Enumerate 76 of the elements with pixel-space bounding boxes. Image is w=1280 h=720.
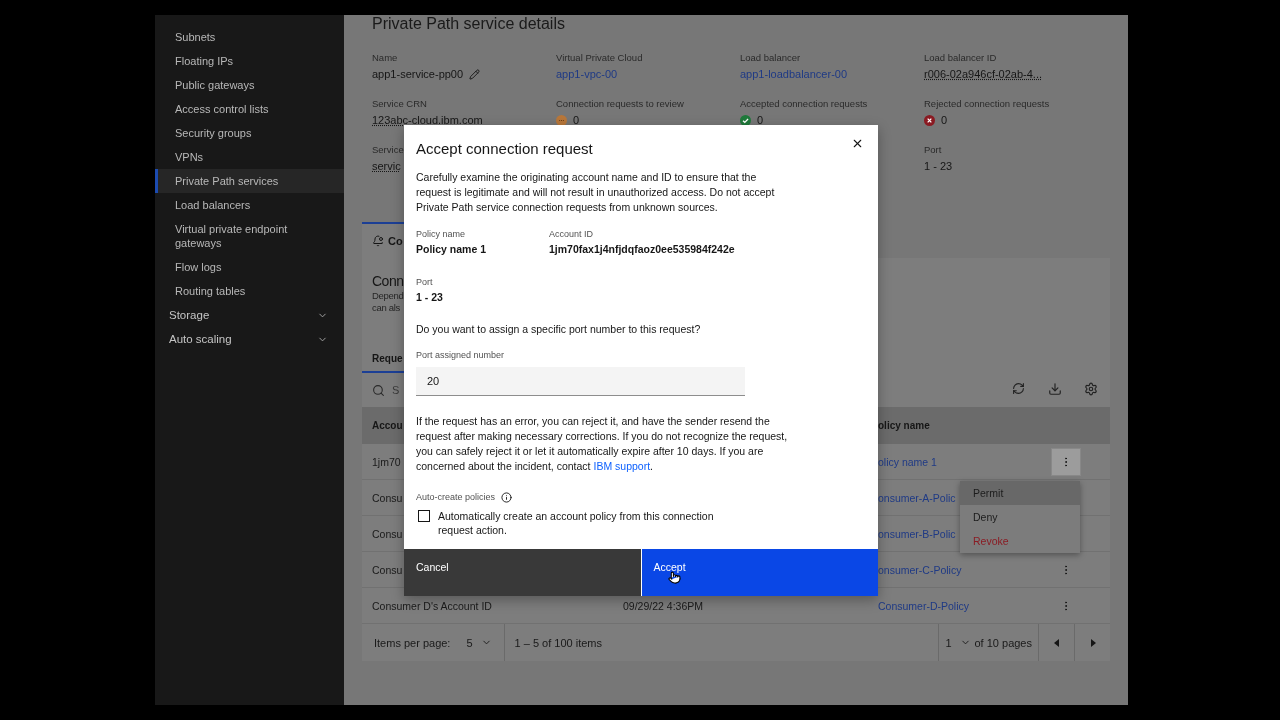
cancel-button[interactable]: Cancel xyxy=(404,549,641,596)
page-count: of 10 pages xyxy=(973,635,1033,651)
detail-value: r006-02a946cf-02ab-4... xyxy=(924,67,1043,82)
auto-create-label: Auto-create policies xyxy=(416,491,496,504)
table-cell: Consu xyxy=(372,563,403,576)
sidebar-item[interactable]: Routing tables xyxy=(155,279,344,303)
dialog-title: Accept connection request xyxy=(416,139,593,159)
sidebar-item[interactable]: Flow logs xyxy=(155,255,344,279)
edit-icon[interactable] xyxy=(469,68,481,80)
field-value: 1jm70fax1j4nfjdqfaoz0ee535984f242e xyxy=(549,242,735,257)
section-description: can als xyxy=(372,302,400,314)
pointer-icon xyxy=(667,571,681,584)
sidebar-category[interactable]: Storage xyxy=(155,303,344,327)
close-icon[interactable] xyxy=(851,137,864,150)
checkbox[interactable] xyxy=(418,510,430,522)
settings-icon[interactable] xyxy=(1084,382,1100,398)
port-input-field[interactable]: 20 xyxy=(416,367,745,396)
detail-label: Service xyxy=(372,143,404,157)
sidebar-item[interactable]: Load balancers xyxy=(155,193,344,217)
sidebar-item[interactable]: Public gateways xyxy=(155,73,344,97)
section-description: Depend xyxy=(372,290,404,302)
sidebar-item[interactable]: Subnets xyxy=(155,25,344,49)
dialog-question: Do you want to assign a specific port number to this request? xyxy=(416,322,701,337)
dialog-note: If the request has an error, you can reject it, and have the sender resend the request after making necessary corrections. If you do not recognize the request, you can safely reject it or let it automatically expire after 10 days. If you are concerned about the incident, contact IBM support. xyxy=(416,414,788,474)
detail-value: 123abc-cloud.ibm.com xyxy=(372,113,483,128)
menu-item[interactable]: Deny xyxy=(960,505,1080,529)
sidebar-category[interactable]: Auto scaling xyxy=(155,327,344,351)
pending-icon xyxy=(556,114,567,126)
detail-value: 1 - 23 xyxy=(924,159,953,174)
sidebar-item[interactable]: Floating IPs xyxy=(155,49,344,73)
page-title: Private Path service details xyxy=(371,15,565,33)
table-cell: 09/29/22 4:36PM xyxy=(623,599,703,612)
sidebar-item[interactable]: Virtual private endpoint gateways xyxy=(155,217,344,255)
detail-label: Rejected connection requests xyxy=(924,97,1050,111)
detail-value: app1-service-pp00 xyxy=(372,67,464,82)
dialog-intro: Carefully examine the originating account name and ID to ensure that the request is legitimate and will not result in unauthorized access. Do not accept Private Path service connection requests from unknown sources. xyxy=(416,170,776,215)
bell-icon xyxy=(372,235,384,247)
table-cell: Consu xyxy=(372,491,403,504)
item-range: 1 – 5 of 100 items xyxy=(513,635,603,651)
column-header: olicy name xyxy=(877,420,930,431)
input-label: Port assigned number xyxy=(416,349,505,362)
detail-label: Service CRN xyxy=(372,97,427,111)
download-icon[interactable] xyxy=(1048,382,1064,398)
detail-value: 0 xyxy=(941,113,948,128)
field-value: 1 - 23 xyxy=(416,290,443,305)
items-per-page-label: Items per page: xyxy=(373,635,452,651)
detail-label: Accepted connection requests xyxy=(740,97,868,111)
field-label: Port xyxy=(416,276,433,289)
detail-label: Name xyxy=(372,51,398,65)
detail-label: Virtual Private Cloud xyxy=(556,51,643,65)
table-cell: Consu xyxy=(372,527,403,540)
detail-label: Load balancer ID xyxy=(924,51,997,65)
detail-label: Port xyxy=(924,143,942,157)
sidebar-item[interactable]: Security groups xyxy=(155,121,344,145)
table-cell: 1jm70 xyxy=(372,455,401,468)
accept-button[interactable]: Accept xyxy=(640,549,878,596)
sidebar-item[interactable]: Access control lists xyxy=(155,97,344,121)
detail-label: Load balancer xyxy=(740,51,801,65)
page-select[interactable]: 1 xyxy=(938,624,973,661)
detail-value: 0 xyxy=(757,113,764,128)
error-icon xyxy=(924,114,935,126)
table-cell: Consumer D's Account ID xyxy=(372,599,492,612)
sidebar-item[interactable]: VPNs xyxy=(155,145,344,169)
detail-label: Connection requests to review xyxy=(556,97,684,111)
detail-value: 0 xyxy=(573,113,580,128)
detail-value: servic xyxy=(372,159,401,174)
search-icon xyxy=(372,383,385,397)
section-title: Conn xyxy=(372,272,404,290)
info-icon[interactable] xyxy=(501,491,513,503)
caret-left-icon xyxy=(1053,638,1060,647)
field-label: Account ID xyxy=(549,228,594,241)
column-header: Accou xyxy=(371,420,403,431)
page-size-select[interactable]: 5 xyxy=(460,624,505,661)
caret-right-icon xyxy=(1089,638,1096,647)
checkbox-label: Automatically create an account policy from this connection request action. xyxy=(438,509,715,537)
sidebar-item[interactable]: Private Path services xyxy=(155,169,344,193)
